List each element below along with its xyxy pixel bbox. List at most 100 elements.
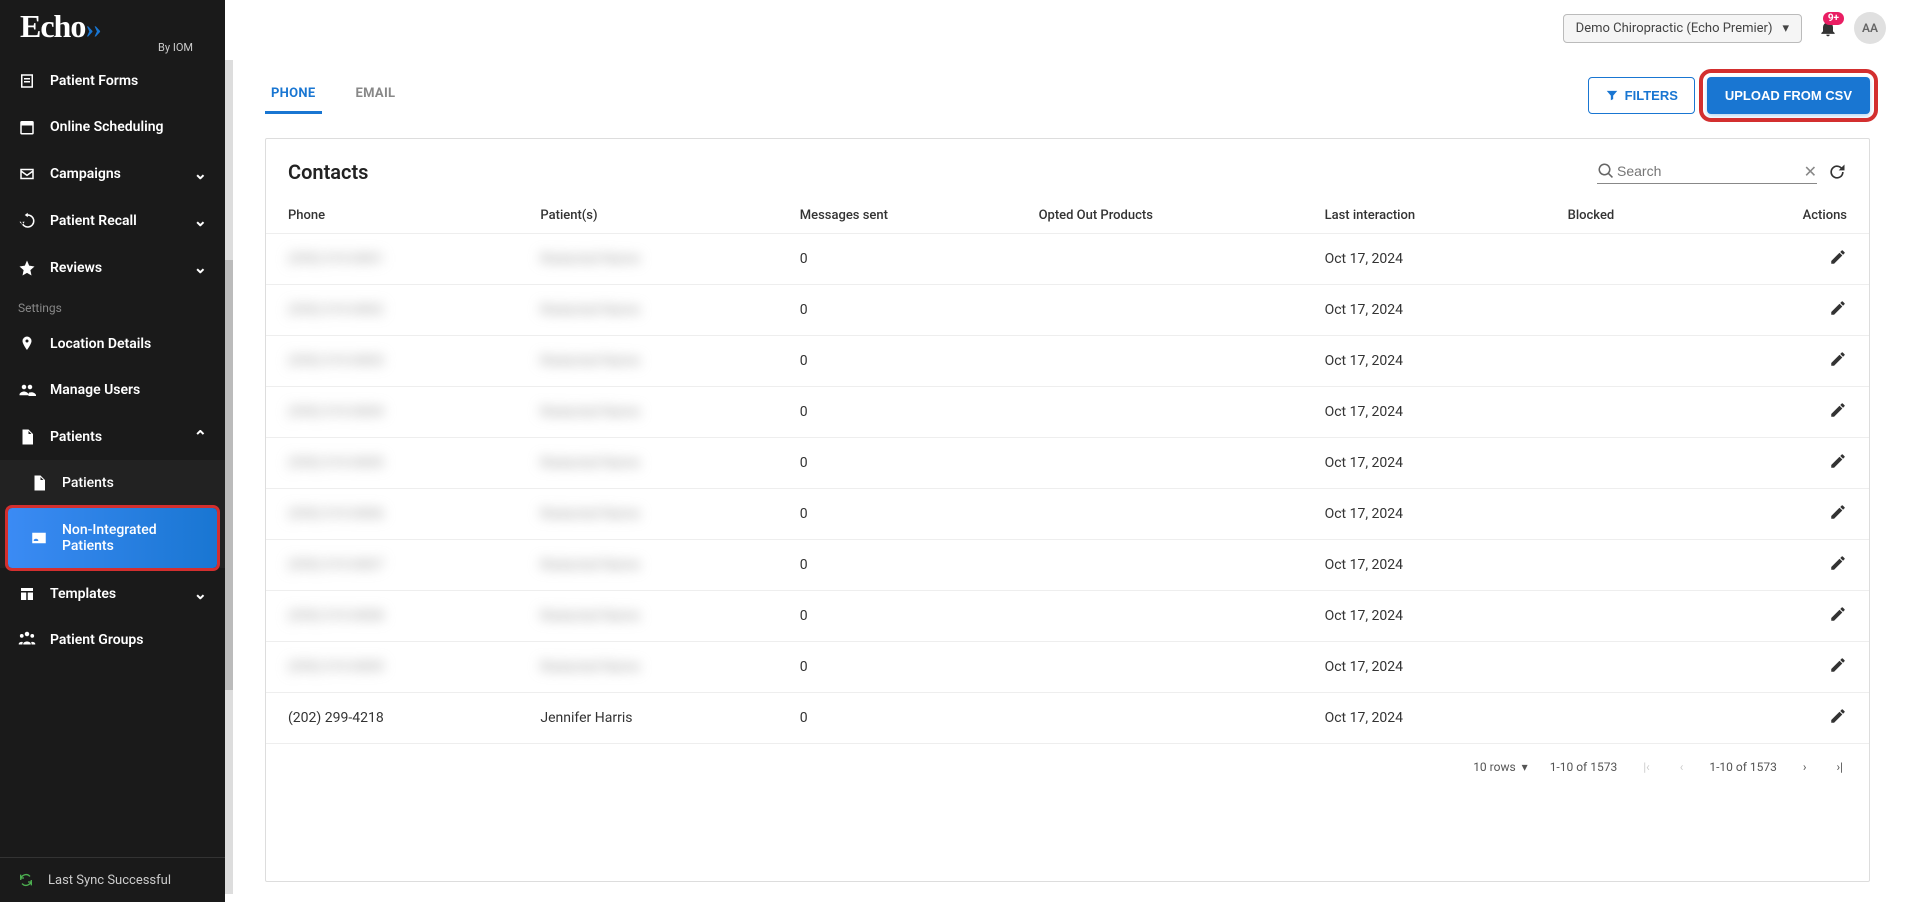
cell-opted: [1017, 387, 1303, 438]
cell-last: Oct 17, 2024: [1303, 693, 1546, 744]
cell-phone: (555) 010-0001: [288, 251, 384, 267]
search-icon: [1597, 162, 1615, 180]
page-range: 1-10 of 1573: [1550, 760, 1618, 774]
edit-row-button[interactable]: [1829, 452, 1847, 470]
cell-patient: Redacted Name: [540, 251, 640, 267]
cell-last: Oct 17, 2024: [1303, 336, 1546, 387]
sidebar-scrollbar[interactable]: [225, 60, 233, 894]
users-icon: [18, 381, 36, 399]
cell-opted: [1017, 285, 1303, 336]
search-input[interactable]: [1615, 161, 1804, 181]
edit-row-button[interactable]: [1829, 605, 1847, 623]
upload-csv-button[interactable]: UPLOAD FROM CSV: [1707, 77, 1870, 114]
cell-messages: 0: [778, 693, 1017, 744]
cell-blocked: [1546, 489, 1710, 540]
sync-status: Last Sync Successful: [0, 857, 225, 902]
edit-row-button[interactable]: [1829, 503, 1847, 521]
cell-blocked: [1546, 693, 1710, 744]
cell-patient: Redacted Name: [540, 506, 640, 522]
table-row: (555) 010-0001 Redacted Name 0 Oct 17, 2024: [266, 234, 1869, 285]
table-row: (555) 010-0006Redacted Name0Oct 17, 2024: [266, 489, 1869, 540]
tabs-row: PHONE EMAIL FILTERS UPLOAD FROM CSV: [265, 76, 1870, 114]
search-box[interactable]: ✕: [1597, 159, 1817, 184]
prev-page-button[interactable]: ‹: [1676, 756, 1688, 778]
edit-row-button[interactable]: [1829, 554, 1847, 572]
templates-icon: [18, 585, 36, 603]
file-icon: [18, 428, 36, 446]
sidebar-item-label: Patient Recall: [50, 213, 137, 229]
sidebar-item-manage-users[interactable]: Manage Users: [0, 367, 225, 413]
cell-phone: (555) 010-0002: [288, 302, 384, 318]
dropdown-caret-icon: ▾: [1522, 760, 1528, 774]
cell-messages: 0: [778, 438, 1017, 489]
logo-text: Echo››: [20, 8, 205, 45]
cell-patient: Redacted Name: [540, 608, 640, 624]
sidebar-item-patients[interactable]: Patients: [0, 460, 225, 506]
cell-phone: (555) 010-0006: [288, 506, 384, 522]
last-page-button[interactable]: ›|: [1832, 756, 1847, 778]
sidebar-item-patient-groups[interactable]: Patient Groups: [0, 617, 225, 663]
cell-opted: [1017, 234, 1303, 285]
upload-highlight: UPLOAD FROM CSV: [1707, 77, 1870, 114]
next-page-button[interactable]: ›: [1799, 756, 1811, 778]
table-row: (555) 010-0005Redacted Name0Oct 17, 2024: [266, 438, 1869, 489]
sidebar-item-location-details[interactable]: Location Details: [0, 321, 225, 367]
table-row: (555) 010-0007Redacted Name0Oct 17, 2024: [266, 540, 1869, 591]
sidebar-section-settings: Settings: [0, 291, 225, 321]
refresh-button[interactable]: [1827, 162, 1847, 182]
cell-messages: 0: [778, 234, 1017, 285]
tab-phone[interactable]: PHONE: [265, 76, 322, 114]
sidebar-item-campaigns[interactable]: Campaigns⌄: [0, 150, 225, 197]
edit-row-button[interactable]: [1829, 707, 1847, 725]
cell-last: Oct 17, 2024: [1303, 489, 1546, 540]
sidebar-item-patient-recall[interactable]: Patient Recall⌄: [0, 197, 225, 244]
filters-button[interactable]: FILTERS: [1588, 77, 1695, 114]
clear-search-icon[interactable]: ✕: [1804, 162, 1817, 181]
cell-blocked: [1546, 438, 1710, 489]
panel-title: Contacts: [288, 160, 368, 184]
tab-email[interactable]: EMAIL: [350, 76, 402, 114]
sidebar-item-reviews[interactable]: Reviews⌄: [0, 244, 225, 291]
sidebar-item-patient-forms[interactable]: Patient Forms: [0, 58, 225, 104]
sidebar-item-label: Location Details: [50, 336, 151, 352]
column-header: Last interaction: [1303, 198, 1546, 234]
first-page-button[interactable]: |‹: [1639, 756, 1654, 778]
column-header: Messages sent: [778, 198, 1017, 234]
edit-row-button[interactable]: [1829, 656, 1847, 674]
edit-row-button[interactable]: [1829, 350, 1847, 368]
cell-last: Oct 17, 2024: [1303, 591, 1546, 642]
sidebar-item-templates[interactable]: Templates⌄: [0, 570, 225, 617]
sidebar-item-label: Patients: [62, 475, 114, 491]
user-avatar[interactable]: AA: [1854, 12, 1886, 44]
edit-row-button[interactable]: [1829, 299, 1847, 317]
notifications-button[interactable]: 9+: [1818, 18, 1838, 38]
edit-row-button[interactable]: [1829, 401, 1847, 419]
sidebar-item-non-integrated-patients[interactable]: Non-Integrated Patients: [8, 508, 217, 568]
practice-picker[interactable]: Demo Chiropractic (Echo Premier) ▾: [1563, 14, 1802, 43]
rows-per-page-selector[interactable]: 10 rows ▾: [1473, 760, 1528, 774]
cell-messages: 0: [778, 591, 1017, 642]
chevron-up-icon: ⌃: [194, 427, 207, 446]
cell-phone: (555) 010-0009: [288, 659, 384, 675]
cell-phone: (555) 010-0005: [288, 455, 384, 471]
cell-phone: (555) 010-0003: [288, 353, 384, 369]
cell-opted: [1017, 642, 1303, 693]
cell-messages: 0: [778, 642, 1017, 693]
sidebar-item-patients[interactable]: Patients⌃: [0, 413, 225, 460]
cell-last: Oct 17, 2024: [1303, 438, 1546, 489]
logo-arrows-icon: ››: [85, 15, 100, 44]
contacts-panel: Contacts ✕ PhonePatient(s)Messages sent: [265, 138, 1870, 882]
main-content: Demo Chiropractic (Echo Premier) ▾ 9+ AA…: [225, 0, 1910, 902]
cell-last: Oct 17, 2024: [1303, 642, 1546, 693]
topbar: Demo Chiropractic (Echo Premier) ▾ 9+ AA: [225, 0, 1910, 56]
edit-row-button[interactable]: [1829, 248, 1847, 266]
sidebar-item-label: Manage Users: [50, 382, 140, 398]
cell-blocked: [1546, 591, 1710, 642]
contacts-table: PhonePatient(s)Messages sentOpted Out Pr…: [266, 198, 1869, 743]
column-header: Patient(s): [518, 198, 777, 234]
cell-opted: [1017, 591, 1303, 642]
cell-last: Oct 17, 2024: [1303, 234, 1546, 285]
sidebar-item-label: Campaigns: [50, 166, 121, 182]
cell-patient: Redacted Name: [540, 557, 640, 573]
sidebar-item-online-scheduling[interactable]: Online Scheduling: [0, 104, 225, 150]
